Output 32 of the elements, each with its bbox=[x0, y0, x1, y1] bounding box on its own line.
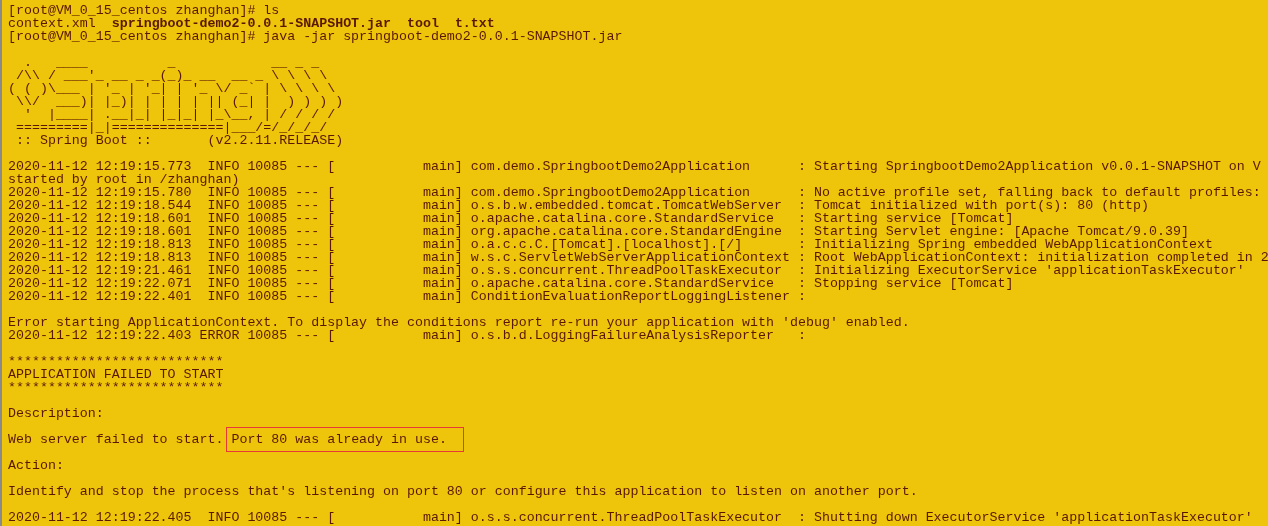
terminal-line: . ____ _ __ _ _ bbox=[22, 56, 320, 69]
terminal-line: Web server failed to start. bbox=[8, 432, 225, 447]
highlighted-text: Port 80 was already in use. bbox=[226, 427, 464, 452]
terminal-line: *************************** bbox=[8, 381, 224, 394]
terminal-line: 2020-11-12 12:19:18.601 INFO 10085 --- [ main] org.apache.catalina.core.StandardEngine : Starting Servlet engine: [Apache Tomcat/9.0.39] bbox=[8, 225, 1189, 238]
terminal-line: *************************** bbox=[8, 355, 224, 368]
terminal-line: [root@VM_0_15_centos zhanghan]# ls bbox=[8, 4, 280, 17]
terminal-line: 2020-11-12 12:19:18.813 INFO 10085 --- [ main] w.s.c.ServletWebServerApplicationContext : Root WebApplicationContext: initialization completed in 2 bbox=[8, 251, 1268, 264]
terminal-line: :: Spring Boot :: (v2.2.11.RELEASE) bbox=[14, 134, 344, 147]
terminal-line: ' |____| .__|_| |_|_| |_\__, | / / / / bbox=[23, 108, 336, 121]
terminal-line: 2020-11-12 12:19:15.773 INFO 10085 --- [ main] com.demo.SpringbootDemo2Application : Starting SpringbootDemo2Application v0.0.1-SNAPSHOT on V bbox=[8, 160, 1261, 173]
terminal-line: started by root in /zhanghan) bbox=[8, 173, 240, 186]
terminal-line: =========|_|==============|___/=/_/_/_/ bbox=[14, 121, 328, 134]
terminal-line: 2020-11-12 12:19:18.544 INFO 10085 --- [ main] o.s.b.w.embedded.tomcat.TomcatWebServer : Tomcat initialized with port(s): 80 (http) bbox=[8, 199, 1150, 212]
terminal-line: /\\ / ___'_ __ _ _(_)_ __ __ _ \ \ \ \ bbox=[14, 69, 328, 82]
terminal-line: 2020-11-12 12:19:15.780 INFO 10085 --- [ main] com.demo.SpringbootDemo2Application : No active profile set, falling back to default profiles: bbox=[8, 186, 1261, 199]
terminal-line: \\/ ___)| |_)| | | | | || (_| | ) ) ) ) bbox=[14, 95, 344, 108]
terminal-line: 2020-11-12 12:19:22.403 ERROR 10085 --- [ main] o.s.b.d.LoggingFailureAnalysisReporter : bbox=[8, 329, 806, 342]
terminal-line: Action: bbox=[8, 459, 64, 472]
terminal-line: 2020-11-12 12:19:21.461 INFO 10085 --- [ main] o.s.s.concurrent.ThreadPoolTaskExecutor : Initializing ExecutorService 'applicationTaskExecutor' bbox=[8, 264, 1245, 277]
terminal-line: ( ( )\___ | '_ | '_| | '_ \/ _` | \ \ \ \ bbox=[8, 82, 336, 95]
terminal-line: context.xml springboot-demo2-0.0.1-SNAPSHOT.jar tool t.txt bbox=[8, 17, 495, 30]
terminal-line: 2020-11-12 12:19:18.813 INFO 10085 --- [ main] o.a.c.c.C.[Tomcat].[localhost].[/] : Initializing Spring embedded WebApplicationContext bbox=[8, 238, 1213, 251]
terminal-line: Description: bbox=[8, 407, 104, 420]
terminal-line: 2020-11-12 12:19:22.401 INFO 10085 --- [ main] ConditionEvaluationReportLoggingListener : bbox=[8, 290, 806, 303]
terminal-line: APPLICATION FAILED TO START bbox=[8, 368, 224, 381]
terminal-line: Identify and stop the process that's listening on port 80 or configure this application to listen on another port. bbox=[8, 485, 918, 498]
terminal-line: 2020-11-12 12:19:22.071 INFO 10085 --- [ main] o.apache.catalina.core.StandardService : Stopping service [Tomcat] bbox=[8, 277, 1014, 290]
terminal-line: 2020-11-12 12:19:22.405 INFO 10085 --- [ main] o.s.s.concurrent.ThreadPoolTaskExecutor : Shutting down ExecutorService 'applicationTaskExecutor' bbox=[8, 511, 1253, 524]
terminal-line: 2020-11-12 12:19:18.601 INFO 10085 --- [ main] o.apache.catalina.core.StandardService : Starting service [Tomcat] bbox=[8, 212, 1014, 225]
terminal-line: [root@VM_0_15_centos zhanghan]# java -jar springboot-demo2-0.0.1-SNAPSHOT.jar bbox=[8, 30, 623, 43]
terminal-line: Error starting ApplicationContext. To display the conditions report re-run your application with 'debug' enabled. bbox=[8, 316, 910, 329]
